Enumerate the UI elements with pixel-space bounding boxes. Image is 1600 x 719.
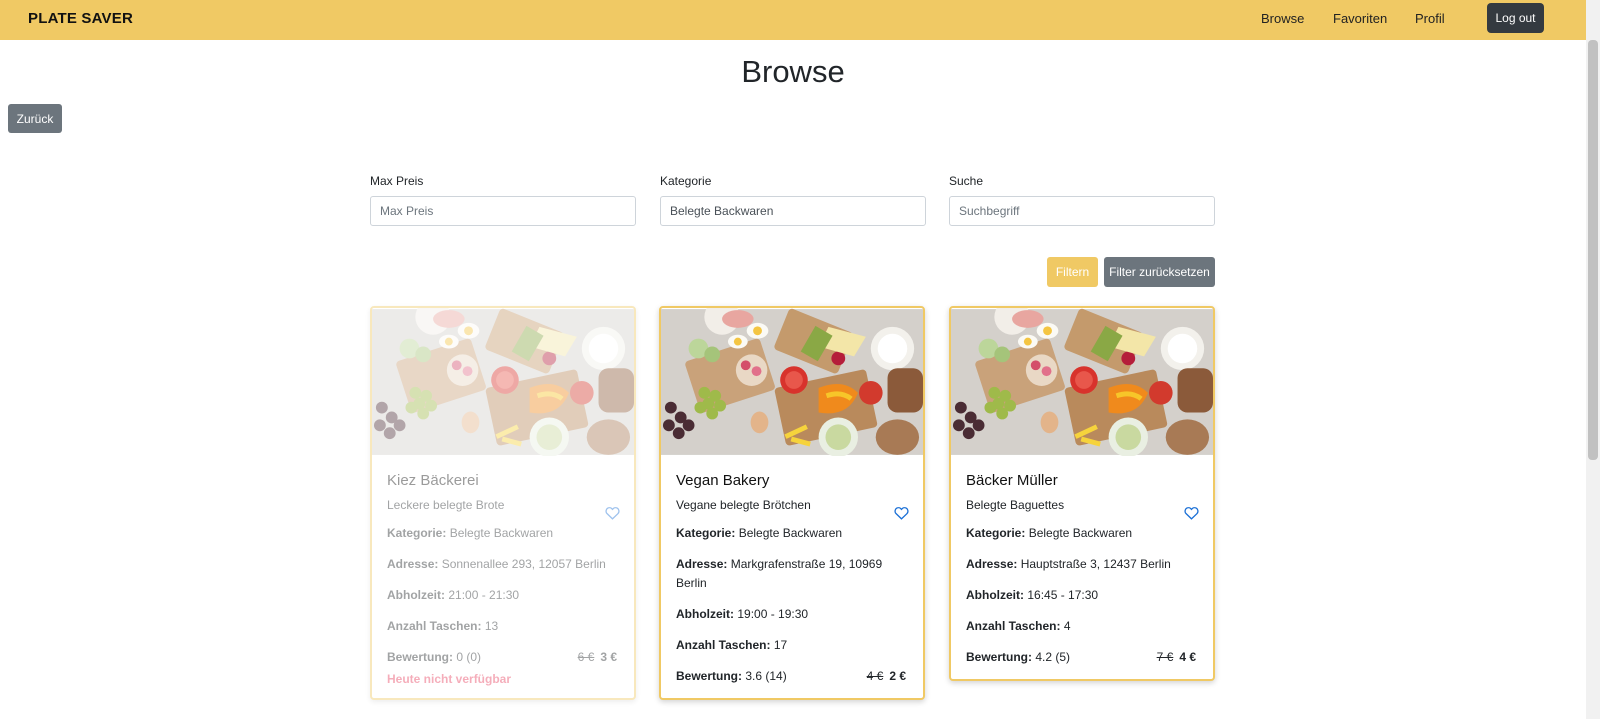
card-category: Kategorie: Belegte Backwaren	[966, 526, 1133, 540]
price-old: 7 €	[1156, 650, 1174, 664]
card-rating: Bewertung: 0 (0)	[387, 650, 482, 664]
heart-outline-icon[interactable]	[1184, 506, 1199, 520]
card-body: Bäcker Müller Belegte Baguettes Kategori…	[951, 456, 1213, 679]
card-rating-row: Bewertung: 3.6 (14) 4 € 2 €	[676, 667, 906, 686]
page-title: Browse	[741, 54, 845, 89]
card-title: Kiez Bäckerei	[387, 472, 479, 489]
navbar: PLATE SAVER Browse Favoriten Profil Log …	[0, 0, 1586, 40]
nav-favoriten[interactable]: Favoriten	[1333, 11, 1387, 26]
card-subtitle: Belegte Baguettes	[966, 498, 1065, 512]
card-rating-row: Bewertung: 0 (0) 6 € 3 €	[387, 648, 617, 667]
card-price: 4 € 2 €	[867, 667, 906, 686]
food-photo	[951, 308, 1213, 456]
price-new: 4 €	[1179, 650, 1196, 664]
card-pickup-time: Abholzeit: 19:00 - 19:30	[676, 607, 809, 621]
card-rating: Bewertung: 3.6 (14)	[676, 669, 787, 683]
max-price-label: Max Preis	[370, 174, 424, 188]
nav-browse[interactable]: Browse	[1261, 11, 1304, 26]
back-button[interactable]: Zurück	[8, 104, 62, 133]
scrollbar[interactable]	[1586, 0, 1600, 719]
card-pickup-time: Abholzeit: 16:45 - 17:30	[966, 588, 1099, 602]
offer-card[interactable]: Bäcker Müller Belegte Baguettes Kategori…	[949, 306, 1215, 681]
card-category: Kategorie: Belegte Backwaren	[676, 526, 843, 540]
category-input[interactable]	[660, 196, 926, 226]
food-photo	[661, 308, 923, 456]
card-subtitle: Vegane belegte Brötchen	[676, 498, 811, 512]
brand-logo[interactable]: PLATE SAVER	[28, 10, 133, 27]
card-price: 6 € 3 €	[578, 648, 617, 667]
card-address: Adresse: Markgrafenstraße 19, 10969 Berl…	[676, 557, 883, 590]
card-rating-row: Bewertung: 4.2 (5) 7 € 4 €	[966, 648, 1196, 667]
card-bag-count: Anzahl Taschen: 4	[966, 619, 1071, 633]
search-input[interactable]	[949, 196, 1215, 226]
card-price: 7 € 4 €	[1157, 648, 1196, 667]
card-bag-count: Anzahl Taschen: 17	[676, 638, 788, 652]
price-old: 6 €	[577, 650, 595, 664]
heart-outline-icon[interactable]	[894, 506, 909, 520]
price-old: 4 €	[866, 669, 884, 683]
offer-card[interactable]: Vegan Bakery Vegane belegte Brötchen Kat…	[659, 306, 925, 700]
availability-status: Heute nicht verfügbar	[387, 672, 512, 686]
offer-card[interactable]: Kiez Bäckerei Leckere belegte Brote Kate…	[370, 306, 636, 700]
filter-button[interactable]: Filtern	[1047, 257, 1098, 287]
logout-button[interactable]: Log out	[1487, 3, 1544, 33]
max-price-input[interactable]	[370, 196, 636, 226]
card-title: Bäcker Müller	[966, 472, 1058, 489]
price-new: 2 €	[889, 669, 906, 683]
reset-filter-button[interactable]: Filter zurücksetzen	[1104, 257, 1215, 287]
card-title: Vegan Bakery	[676, 472, 770, 489]
card-category: Kategorie: Belegte Backwaren	[387, 526, 554, 540]
nav-profil[interactable]: Profil	[1415, 11, 1445, 26]
price-new: 3 €	[600, 650, 617, 664]
food-photo	[372, 308, 634, 456]
card-subtitle: Leckere belegte Brote	[387, 498, 505, 512]
search-label: Suche	[949, 174, 984, 188]
card-bag-count: Anzahl Taschen: 13	[387, 619, 499, 633]
card-address: Adresse: Sonnenallee 293, 12057 Berlin	[387, 557, 606, 571]
category-label: Kategorie	[660, 174, 712, 188]
card-pickup-time: Abholzeit: 21:00 - 21:30	[387, 588, 520, 602]
heart-outline-icon[interactable]	[605, 506, 620, 520]
scrollbar-thumb[interactable]	[1588, 40, 1598, 460]
card-body: Kiez Bäckerei Leckere belegte Brote Kate…	[372, 456, 634, 698]
card-address: Adresse: Hauptstraße 3, 12437 Berlin	[966, 557, 1171, 571]
card-body: Vegan Bakery Vegane belegte Brötchen Kat…	[661, 456, 923, 698]
card-rating: Bewertung: 4.2 (5)	[966, 650, 1071, 664]
